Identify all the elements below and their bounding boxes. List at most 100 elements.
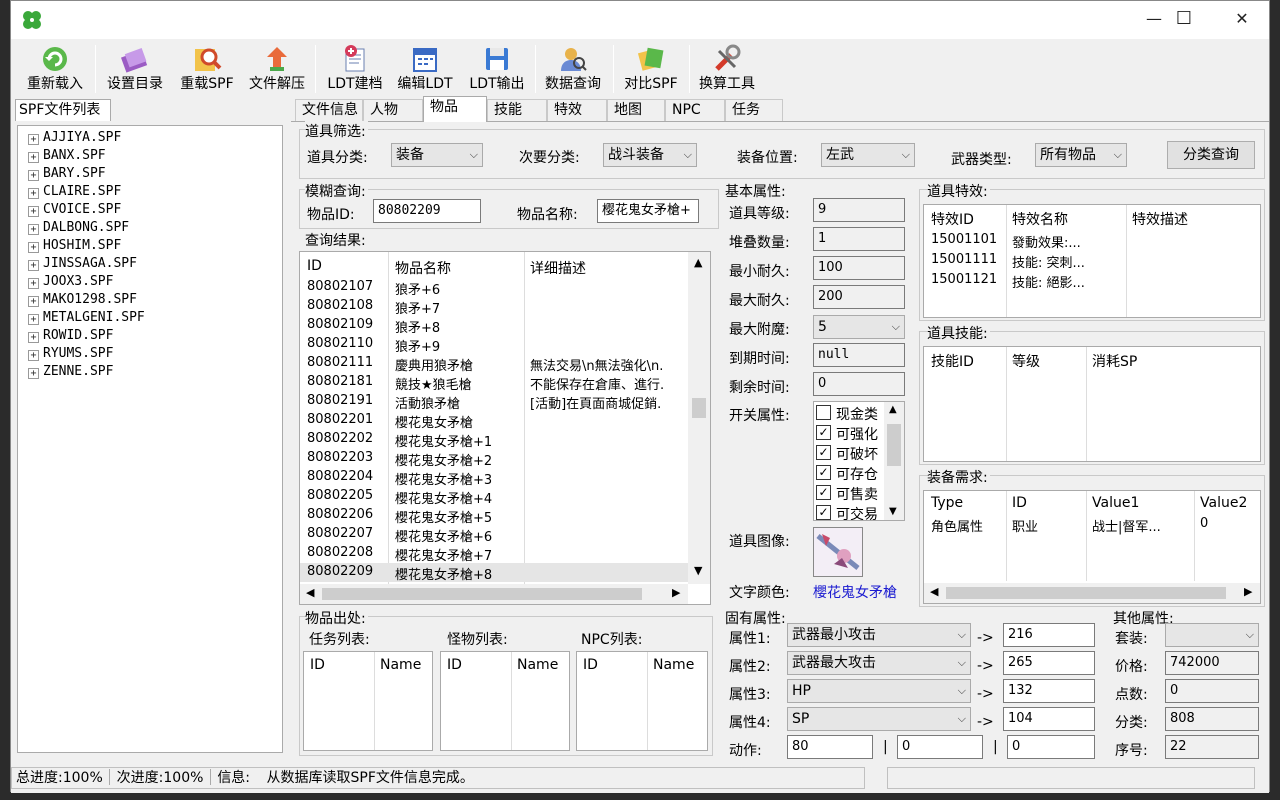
table-row[interactable]: 80802207 櫻花鬼女矛槍+6 — [300, 525, 688, 545]
results-horizontal-scrollbar[interactable]: ◀ ▶ — [300, 584, 688, 604]
monster-list-table[interactable]: ID Name — [440, 651, 570, 751]
equip-requirements-table[interactable]: Type ID Value1 Value2 角色属性 职业 战士|督军... 0… — [923, 490, 1261, 604]
table-row[interactable]: 80802202 櫻花鬼女矛槍+1 — [300, 430, 688, 450]
tab-skills[interactable]: 技能 — [487, 99, 547, 121]
price-field[interactable]: 742000 — [1165, 651, 1259, 675]
switch-checkbox-item[interactable]: 现金类 — [814, 403, 884, 423]
expand-plus-icon[interactable]: + — [28, 242, 39, 253]
table-row[interactable]: 80802110 狼矛+9 — [300, 335, 688, 355]
fixed-attr-select[interactable]: 武器最大攻击 ⌵ — [787, 651, 971, 675]
query-results-table[interactable]: ID 物品名称 详细描述 80802107 狼矛+6 80802108 狼矛+7 808… — [299, 251, 711, 605]
switch-checkbox-item[interactable]: ✓ 可交易 — [814, 503, 884, 520]
set-directory-button[interactable]: 设置目录 — [101, 39, 169, 97]
weapon-type-select[interactable]: 所有物品 ⌵ — [1035, 143, 1127, 167]
expand-plus-icon[interactable]: + — [28, 332, 39, 343]
points-field[interactable]: 0 — [1165, 679, 1259, 703]
stack-count-field[interactable]: 1 — [813, 227, 905, 251]
checkbox-unchecked-icon[interactable] — [816, 405, 831, 420]
spf-file-item[interactable]: + JOOX3.SPF — [28, 274, 113, 292]
conversion-tools-button[interactable]: 换算工具 — [693, 39, 761, 97]
spf-file-item[interactable]: + CLAIRE.SPF — [28, 184, 121, 202]
table-row[interactable]: 15001121 技能: 絕影... — [924, 271, 1260, 291]
action-field-1[interactable]: 80 — [787, 735, 873, 759]
tab-map[interactable]: 地图 — [607, 99, 665, 121]
spf-file-tree[interactable]: + AJJIYA.SPF + BANX.SPF + BARY.SPF + CLAIRE.SPF… — [17, 125, 283, 753]
expand-plus-icon[interactable]: + — [28, 368, 39, 379]
action-field-2[interactable]: 0 — [897, 735, 983, 759]
spf-file-item[interactable]: + METALGENI.SPF — [28, 310, 145, 328]
close-button[interactable]: ✕ — [1219, 1, 1265, 39]
extract-button[interactable]: 文件解压 — [243, 39, 311, 97]
fixed-attr-select[interactable]: 武器最小攻击 ⌵ — [787, 623, 971, 647]
expand-plus-icon[interactable]: + — [28, 170, 39, 181]
table-row[interactable]: 80802191 活動狼矛槍 [活動]在頁面商城促銷. — [300, 392, 688, 412]
checkbox-checked-icon[interactable]: ✓ — [816, 445, 831, 460]
equip-position-select[interactable]: 左武 ⌵ — [821, 143, 915, 167]
scroll-up-icon[interactable]: ▲ — [889, 404, 897, 415]
scroll-thumb[interactable] — [322, 588, 642, 600]
maximize-button[interactable]: ☐ — [1161, 1, 1207, 39]
table-row[interactable]: 80802208 櫻花鬼女矛槍+7 — [300, 544, 688, 564]
npc-list-table[interactable]: ID Name — [576, 651, 708, 751]
reload-spf-button[interactable]: 重载SPF — [173, 39, 241, 97]
scroll-right-icon[interactable]: ▶ — [1244, 585, 1252, 598]
table-row[interactable]: 15001111 技能: 突刺... — [924, 251, 1260, 271]
data-query-button[interactable]: 数据查询 — [539, 39, 607, 97]
expand-plus-icon[interactable]: + — [28, 314, 39, 325]
switch-checkbox-item[interactable]: ✓ 可强化 — [814, 423, 884, 443]
tab-npc[interactable]: NPC — [665, 99, 725, 121]
scroll-right-icon[interactable]: ▶ — [672, 586, 680, 599]
subcategory-select[interactable]: 战斗装备 ⌵ — [603, 143, 697, 167]
spf-file-item[interactable]: + CVOICE.SPF — [28, 202, 121, 220]
scroll-up-icon[interactable]: ▲ — [694, 256, 702, 269]
switch-scrollbar[interactable]: ▲ ▼ — [884, 402, 904, 520]
fixed-attr-value-field[interactable]: 265 — [1003, 651, 1095, 675]
spf-file-item[interactable]: + HOSHIM.SPF — [28, 238, 121, 256]
table-row[interactable]: 80802205 櫻花鬼女矛槍+4 — [300, 487, 688, 507]
class-field[interactable]: 808 — [1165, 707, 1259, 731]
checkbox-checked-icon[interactable]: ✓ — [816, 485, 831, 500]
table-row[interactable]: 80802206 櫻花鬼女矛槍+5 — [300, 506, 688, 526]
quest-list-table[interactable]: ID Name — [303, 651, 433, 751]
action-field-3[interactable]: 0 — [1007, 735, 1095, 759]
expand-plus-icon[interactable]: + — [28, 224, 39, 235]
scroll-left-icon[interactable]: ◀ — [930, 585, 938, 598]
tab-items[interactable]: 物品 — [423, 96, 487, 122]
fixed-attr-select[interactable]: SP ⌵ — [787, 707, 971, 731]
spf-file-item[interactable]: + MAKO1298.SPF — [28, 292, 137, 310]
expand-plus-icon[interactable]: + — [28, 152, 39, 163]
checkbox-checked-icon[interactable]: ✓ — [816, 505, 831, 520]
spf-file-item[interactable]: + DALBONG.SPF — [28, 220, 129, 238]
expand-plus-icon[interactable]: + — [28, 350, 39, 361]
max-durability-field[interactable]: 200 — [813, 285, 905, 309]
table-row[interactable]: 80802108 狼矛+7 — [300, 297, 688, 317]
table-row[interactable]: 80802181 競技★狼毛槍 不能保存在倉庫、進行. — [300, 373, 688, 393]
table-row[interactable]: 80802204 櫻花鬼女矛槍+3 — [300, 468, 688, 488]
category-select[interactable]: 装备 ⌵ — [391, 143, 483, 167]
edit-ldt-button[interactable]: 编辑LDT — [391, 39, 459, 97]
expand-plus-icon[interactable]: + — [28, 260, 39, 271]
spf-file-item[interactable]: + JINSSAGA.SPF — [28, 256, 137, 274]
switch-checkbox-item[interactable]: ✓ 可存仓 — [814, 463, 884, 483]
ldt-output-button[interactable]: LDT输出 — [463, 39, 531, 97]
set-select[interactable]: ⌵ — [1165, 623, 1259, 647]
fixed-attr-select[interactable]: HP ⌵ — [787, 679, 971, 703]
expire-time-field[interactable]: null — [813, 343, 905, 367]
fixed-attr-value-field[interactable]: 132 — [1003, 679, 1095, 703]
ldt-create-button[interactable]: LDT建档 — [321, 39, 389, 97]
item-skills-table[interactable]: 技能ID 等级 消耗SP — [923, 346, 1261, 462]
compare-spf-button[interactable]: 对比SPF — [617, 39, 685, 97]
table-row[interactable]: 80802107 狼矛+6 — [300, 278, 688, 298]
spf-file-item[interactable]: + ROWID.SPF — [28, 328, 113, 346]
spf-file-item[interactable]: + ZENNE.SPF — [28, 364, 113, 382]
expand-plus-icon[interactable]: + — [28, 188, 39, 199]
tab-quest[interactable]: 任务 — [725, 99, 783, 121]
min-durability-field[interactable]: 100 — [813, 256, 905, 280]
fixed-attr-value-field[interactable]: 216 — [1003, 623, 1095, 647]
remaining-time-field[interactable]: 0 — [813, 372, 905, 396]
results-vertical-scrollbar[interactable]: ▲ ▼ — [688, 252, 710, 584]
table-row[interactable]: 80802209 櫻花鬼女矛槍+8 — [300, 563, 688, 583]
checkbox-checked-icon[interactable]: ✓ — [816, 465, 831, 480]
tab-effects[interactable]: 特效 — [547, 99, 607, 121]
scroll-thumb[interactable] — [887, 424, 901, 466]
